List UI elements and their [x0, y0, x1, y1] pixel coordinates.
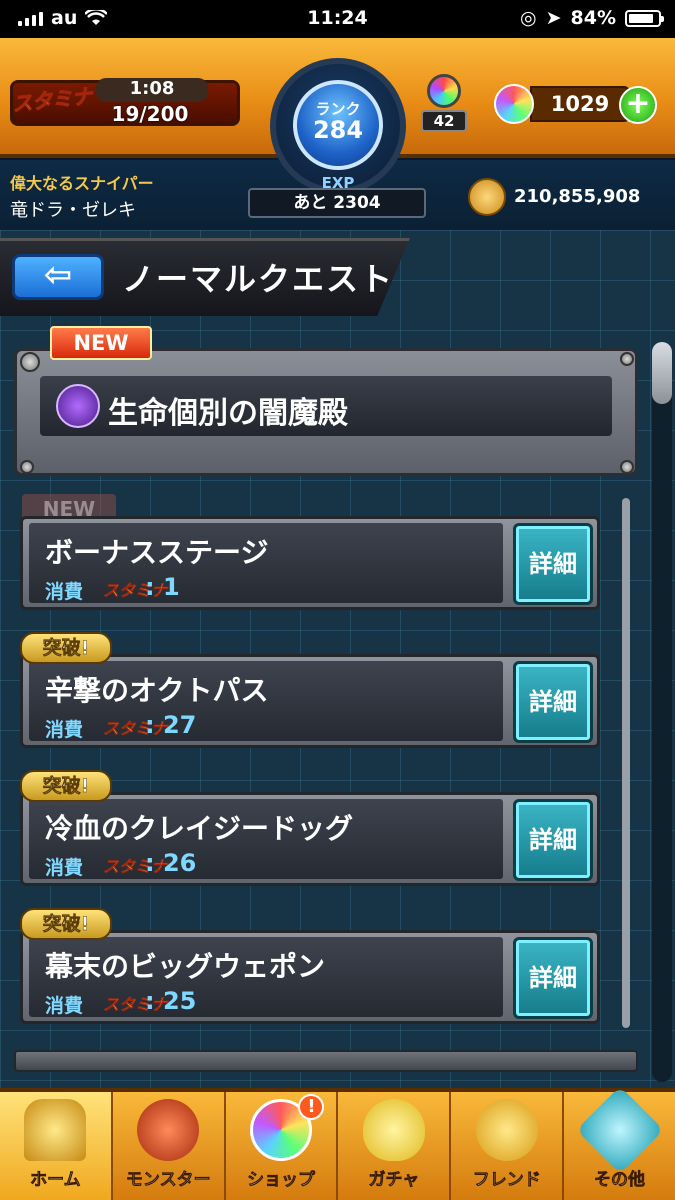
quest-name: ボーナスステージ [45, 536, 269, 569]
back-button[interactable]: ⇦ [12, 254, 104, 300]
battery-percent: 84% [570, 7, 616, 29]
quest-cost: : 26 [145, 849, 197, 877]
player-name: 竜ドラ・ゼレキ [10, 200, 136, 221]
quest-row[interactable]: 冷血のクレイジードッグ 消費 スタミナ : 26 詳細 [20, 792, 600, 886]
nav-shop[interactable]: ショップ ! [226, 1092, 339, 1200]
page-scroll-thumb[interactable] [652, 342, 672, 404]
new-badge: NEW [50, 326, 152, 360]
bolt-icon [20, 460, 34, 474]
quest-cost-label: 消費 [45, 995, 84, 1017]
stamina-value: 19/200 [111, 102, 189, 126]
bolt-icon [20, 352, 40, 372]
quest-cost: : 25 [145, 987, 197, 1015]
quest-cost-label: 消費 [45, 581, 84, 603]
nav-label: フレンド [472, 1170, 541, 1191]
lock-rotation-icon: ◎ [520, 7, 537, 29]
add-orb-button[interactable]: + [619, 86, 657, 124]
battery-icon [625, 9, 664, 27]
nav-label: ホーム [30, 1170, 81, 1191]
shop-alert-badge: ! [298, 1094, 325, 1120]
page-scroll-track[interactable] [652, 342, 672, 1082]
monster-icon [137, 1099, 200, 1161]
location-icon: ➤ [545, 7, 562, 29]
ios-status-bar: au 11:24 ◎ ➤ 84% [0, 0, 675, 38]
quest-name: 冷血のクレイジードッグ [45, 812, 354, 845]
egg-counter[interactable]: 42 [421, 72, 467, 136]
gacha-egg-icon [362, 1099, 425, 1161]
status-right: ◎ ➤ 84% [520, 7, 664, 29]
bottom-nav: ホーム モンスター ショップ ! ガチャ フレンド その他 [0, 1086, 675, 1200]
quest-name: 幕末のビッグウェポン [45, 950, 326, 983]
list-bottom-frame [14, 1050, 638, 1072]
quest-name: 辛撃のオクトパス [45, 674, 269, 707]
home-icon [24, 1099, 87, 1161]
coin-count: 210,855,908 [514, 186, 641, 207]
exp-remaining: あと 2304 [248, 188, 426, 218]
nav-home[interactable]: ホーム [0, 1092, 113, 1200]
nav-label: モンスター [125, 1170, 211, 1191]
featured-quest-title: 生命個別の闇魔殿 [108, 396, 348, 431]
rank-value: 284 [312, 116, 364, 144]
nav-friend[interactable]: フレンド [451, 1092, 565, 1200]
nav-gacha[interactable]: ガチャ [338, 1092, 452, 1200]
stamina-timer: 1:08 [96, 78, 208, 102]
quest-cost: : 27 [145, 711, 197, 739]
player-title: 偉大なるスナイパー [10, 174, 154, 193]
friend-icon [475, 1099, 538, 1161]
list-scroll-thumb[interactable] [622, 498, 630, 1028]
nav-monster[interactable]: モンスター [113, 1092, 226, 1200]
quest-detail-button[interactable]: 詳細 [513, 937, 593, 1019]
breakthrough-badge: 突破! [20, 632, 112, 664]
quest-cost-label: 消費 [45, 719, 84, 741]
egg-count: 42 [421, 110, 467, 132]
dark-element-icon [56, 384, 100, 428]
bolt-icon [620, 460, 634, 474]
quest-detail-button[interactable]: 詳細 [513, 799, 593, 881]
other-icon [575, 1086, 664, 1174]
bolt-icon [620, 352, 634, 366]
nav-other[interactable]: その他 [564, 1086, 675, 1200]
quest-row[interactable]: ボーナスステージ 消費 スタミナ : 1 詳細 [20, 516, 600, 610]
egg-capsule-icon [427, 74, 461, 108]
gold-coin-icon [468, 178, 506, 216]
breakthrough-badge: 突破! [20, 908, 112, 940]
quest-detail-button[interactable]: 詳細 [513, 523, 593, 605]
breakthrough-badge: 突破! [20, 770, 112, 802]
quest-row[interactable]: 辛撃のオクトパス 消費 スタミナ : 27 詳細 [20, 654, 600, 748]
nav-label: ショップ [247, 1170, 316, 1191]
nav-label: ガチャ [368, 1170, 420, 1191]
quest-cost-label: 消費 [45, 857, 84, 879]
page-title: ノーマルクエスト [122, 260, 395, 298]
orb-icon [494, 84, 534, 124]
orb-count: 1029 [530, 86, 630, 122]
quest-row[interactable]: 幕末のビッグウェポン 消費 スタミナ : 25 詳細 [20, 930, 600, 1024]
quest-cost: : 1 [145, 573, 180, 601]
quest-detail-button[interactable]: 詳細 [513, 661, 593, 743]
